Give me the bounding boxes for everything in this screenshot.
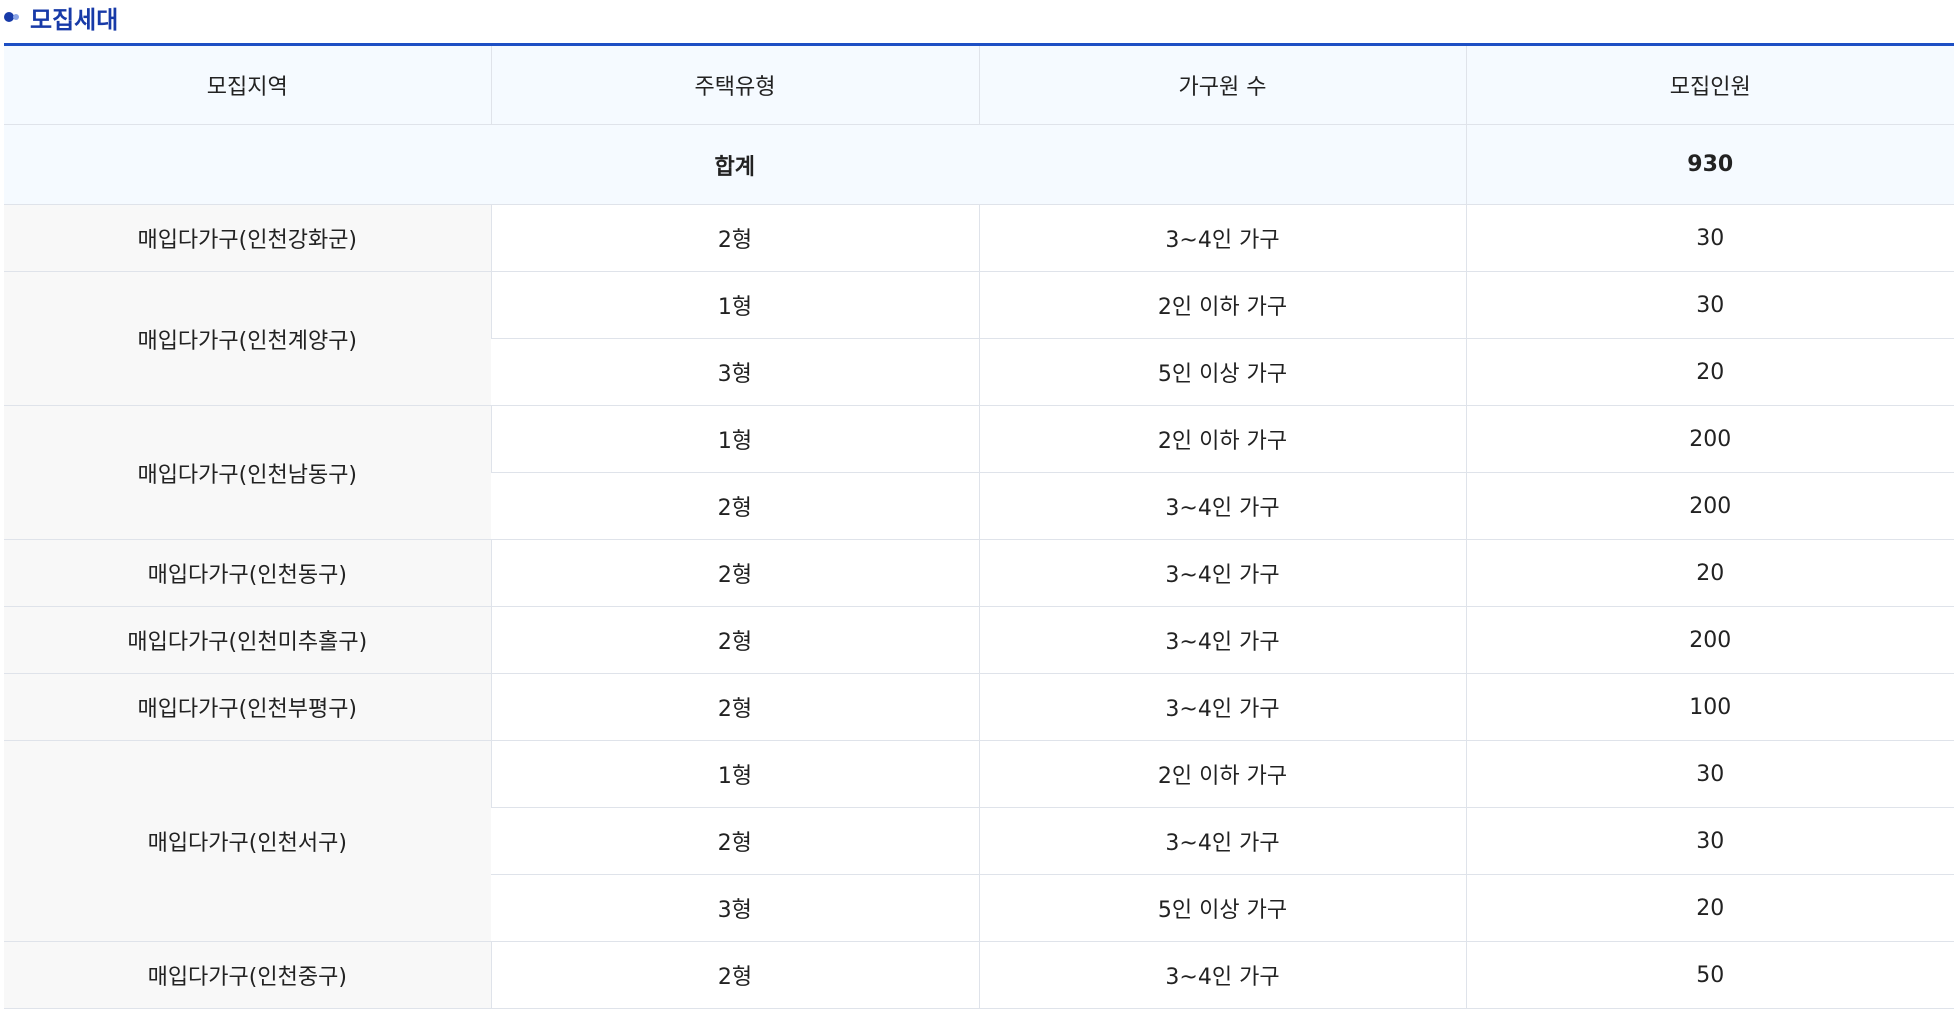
household-cell: 3~4인 가구 (978, 204, 1466, 272)
recruitment-table: 모집지역 주택유형 가구원 수 모집인원 합계 930 매입다가구(인천강화군)… (4, 43, 1954, 1009)
region-cell: 매입다가구(인천강화군) (4, 204, 491, 272)
household-cell: 2인 이하 가구 (978, 271, 1466, 339)
table-row: 매입다가구(인천강화군) 2형 3~4인 가구 30 (4, 204, 1954, 272)
table-row: 매입다가구(인천계양구) 1형 2인 이하 가구 30 (4, 271, 1954, 406)
region-cell: 매입다가구(인천남동구) (4, 405, 491, 540)
household-cell: 5인 이상 가구 (978, 338, 1466, 406)
type-cell: 2형 (490, 606, 979, 674)
household-cell: 5인 이상 가구 (978, 874, 1466, 942)
household-cell: 2인 이하 가구 (978, 405, 1466, 473)
count-cell: 200 (1465, 405, 1954, 473)
type-cell: 2형 (490, 941, 979, 1009)
section-title: 모집세대 (30, 5, 119, 34)
type-cell: 1형 (490, 405, 979, 473)
household-cell: 2인 이하 가구 (978, 740, 1466, 808)
count-cell: 30 (1465, 807, 1954, 875)
table-row: 매입다가구(인천중구) 2형 3~4인 가구 50 (4, 941, 1954, 1009)
count-cell: 100 (1465, 673, 1954, 741)
table-row: 매입다가구(인천남동구) 1형 2인 이하 가구 200 (4, 405, 1954, 540)
household-cell: 3~4인 가구 (978, 539, 1466, 607)
count-cell: 30 (1465, 740, 1954, 808)
household-cell: 3~4인 가구 (978, 941, 1466, 1009)
count-cell: 20 (1465, 874, 1954, 942)
household-cell: 3~4인 가구 (978, 807, 1466, 875)
type-cell: 2형 (490, 539, 979, 607)
region-cell: 매입다가구(인천중구) (4, 941, 491, 1009)
section-header: 모집세대 (4, 0, 1954, 34)
household-cell: 3~4인 가구 (978, 673, 1466, 741)
total-count: 930 (1465, 124, 1954, 205)
table-row: 매입다가구(인천동구) 2형 3~4인 가구 20 (4, 539, 1954, 607)
header-house-type: 주택유형 (490, 44, 979, 125)
type-cell: 2형 (490, 204, 979, 272)
recruitment-section: 모집세대 모집지역 주택유형 가구원 수 모집인원 합계 930 매입다가구(인… (4, 0, 1954, 1009)
table-row: 매입다가구(인천서구) 1형 2인 이하 가구 30 (4, 740, 1954, 942)
region-cell: 매입다가구(인천동구) (4, 539, 491, 607)
type-cell: 3형 (491, 874, 979, 942)
type-cell: 3형 (491, 338, 979, 406)
total-row: 합계 930 (4, 124, 1954, 205)
count-cell: 20 (1465, 539, 1954, 607)
household-cell: 3~4인 가구 (978, 472, 1466, 540)
bullet-dot-icon (4, 11, 24, 23)
header-region: 모집지역 (4, 44, 491, 125)
count-cell: 30 (1465, 204, 1954, 272)
count-cell: 200 (1465, 606, 1954, 674)
type-cell: 2형 (490, 673, 979, 741)
type-cell: 2형 (491, 472, 979, 540)
table-header-row: 모집지역 주택유형 가구원 수 모집인원 (4, 44, 1954, 125)
household-cell: 3~4인 가구 (978, 606, 1466, 674)
type-cell: 2형 (491, 807, 979, 875)
count-cell: 30 (1465, 271, 1954, 339)
type-cell: 1형 (490, 271, 979, 339)
type-cell: 1형 (490, 740, 979, 808)
count-cell: 200 (1465, 472, 1954, 540)
region-cell: 매입다가구(인천계양구) (4, 271, 491, 406)
count-cell: 20 (1465, 338, 1954, 406)
count-cell: 50 (1465, 941, 1954, 1009)
header-recruit-count: 모집인원 (1465, 44, 1954, 125)
region-cell: 매입다가구(인천미추홀구) (4, 606, 491, 674)
region-cell: 매입다가구(인천서구) (4, 740, 491, 942)
total-label: 합계 (4, 124, 1466, 205)
table-row: 매입다가구(인천부평구) 2형 3~4인 가구 100 (4, 673, 1954, 741)
region-cell: 매입다가구(인천부평구) (4, 673, 491, 741)
header-household-size: 가구원 수 (978, 44, 1466, 125)
table-row: 매입다가구(인천미추홀구) 2형 3~4인 가구 200 (4, 606, 1954, 674)
